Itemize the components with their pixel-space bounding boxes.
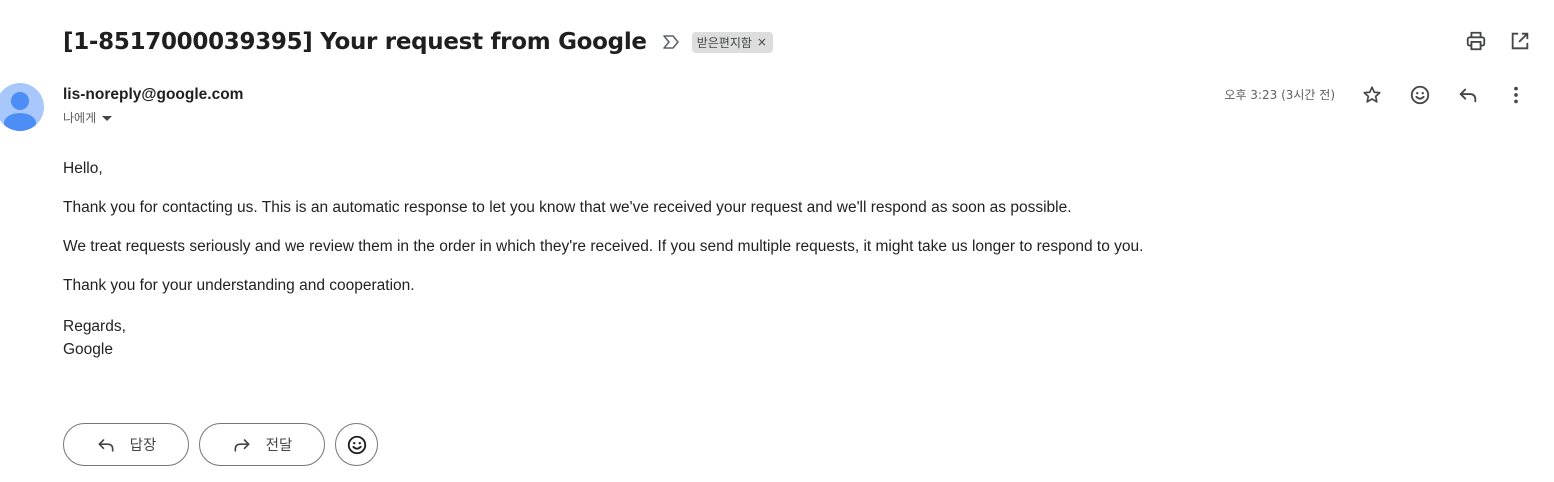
importance-marker-icon[interactable] xyxy=(661,32,681,52)
emoji-reaction-button[interactable] xyxy=(335,423,378,466)
recipient-details-toggle[interactable]: 나에게 xyxy=(63,109,113,126)
print-icon[interactable] xyxy=(1464,29,1488,53)
caret-down-icon xyxy=(102,116,113,121)
reply-button-label: 답장 xyxy=(129,438,157,454)
star-icon[interactable] xyxy=(1360,83,1384,107)
reply-icon[interactable] xyxy=(1456,83,1480,107)
reply-actions: 답장 전달 xyxy=(63,423,378,466)
emoji-reaction-icon[interactable] xyxy=(1408,83,1432,107)
message-timestamp: 오후 3:23 (3시간 전) xyxy=(1224,88,1335,102)
thread-actions xyxy=(1464,29,1532,53)
body-closing: Regards, xyxy=(63,318,126,335)
body-paragraph-2: We treat requests seriously and we revie… xyxy=(63,238,1144,255)
open-in-new-window-icon[interactable] xyxy=(1508,29,1532,53)
sender-avatar[interactable] xyxy=(0,83,44,131)
more-vert-icon[interactable] xyxy=(1504,83,1528,107)
forward-button[interactable]: 전달 xyxy=(199,423,325,466)
forward-icon xyxy=(234,438,250,452)
recipient-text: 나에게 xyxy=(63,111,97,125)
label-chip-inbox: 받은편지함 × xyxy=(691,31,773,53)
label-chip-text: 받은편지함 xyxy=(696,35,752,50)
email-subject: [1-8517000039395] Your request from Goog… xyxy=(63,29,647,55)
message-actions xyxy=(1360,83,1528,107)
body-paragraph-1: Thank you for contacting us. This is an … xyxy=(63,199,1072,216)
forward-button-label: 전달 xyxy=(265,438,293,454)
person-icon xyxy=(4,92,36,131)
subject-row: [1-8517000039395] Your request from Goog… xyxy=(63,24,773,60)
emoji-reaction-icon xyxy=(347,435,366,454)
body-signature: Google xyxy=(63,341,113,358)
reply-button[interactable]: 답장 xyxy=(63,423,189,466)
remove-label-button[interactable]: × xyxy=(757,35,767,49)
body-greeting: Hello, xyxy=(63,160,103,177)
reply-icon xyxy=(98,438,114,452)
body-paragraph-3: Thank you for your understanding and coo… xyxy=(63,277,415,294)
message-body: Hello, Thank you for contacting us. This… xyxy=(63,159,1463,361)
sender-email[interactable]: lis-noreply@google.com xyxy=(63,86,243,104)
